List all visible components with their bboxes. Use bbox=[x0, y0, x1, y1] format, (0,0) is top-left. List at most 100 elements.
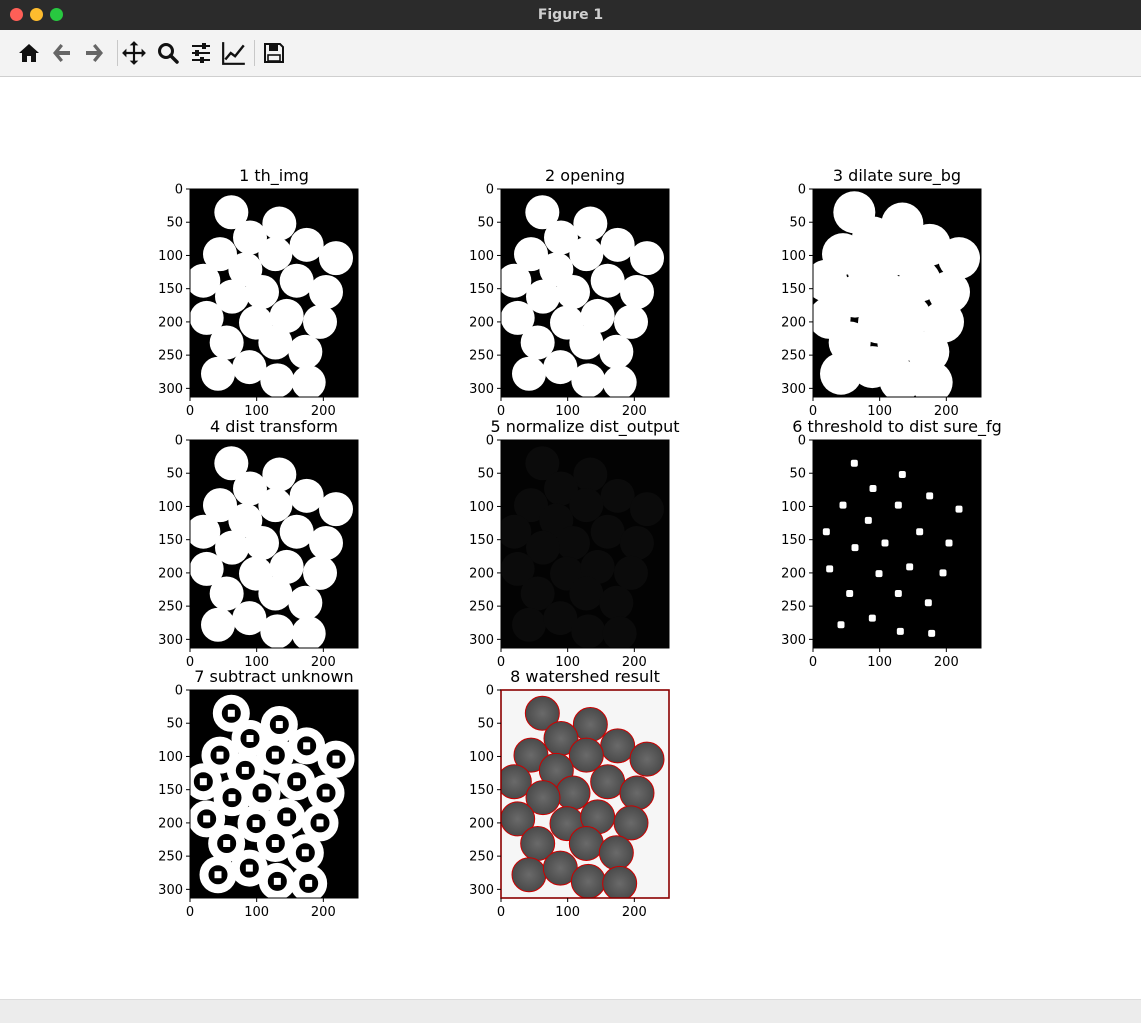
coin-blob bbox=[620, 275, 654, 310]
coin-blob bbox=[875, 570, 883, 578]
back-button[interactable] bbox=[48, 39, 76, 67]
coin-center-marker bbox=[214, 871, 222, 879]
home-icon bbox=[19, 44, 39, 62]
save-button[interactable] bbox=[260, 39, 288, 67]
coin-blob bbox=[619, 775, 655, 811]
figure-canvas[interactable]: 1 th_img 0 100 200 0 50 100 150 200 250 300 2 openi… bbox=[0, 77, 1141, 999]
forward-button[interactable] bbox=[80, 39, 108, 67]
y-tick-label: 200 bbox=[158, 315, 183, 330]
subplot: 1 th_img0 100 200050100150200250300 bbox=[158, 166, 359, 419]
coin-blob bbox=[864, 516, 872, 524]
coin-blob bbox=[201, 607, 235, 642]
y-tick-label: 100 bbox=[781, 249, 806, 264]
coin-blob bbox=[926, 492, 934, 500]
coin-blob bbox=[512, 356, 546, 391]
image-panel bbox=[501, 189, 669, 397]
y-tick-label: 50 bbox=[166, 717, 183, 732]
coin-blob bbox=[279, 514, 314, 549]
y-tick-label: 200 bbox=[781, 315, 806, 330]
coin-center-marker bbox=[275, 721, 283, 729]
coin-blob bbox=[590, 263, 625, 298]
y-tick-label: 100 bbox=[781, 500, 806, 515]
coin-blob bbox=[556, 275, 590, 310]
coin-blob bbox=[822, 528, 830, 536]
pan-button[interactable] bbox=[120, 39, 148, 67]
coin-blob bbox=[600, 227, 635, 262]
home-button[interactable] bbox=[15, 39, 43, 67]
y-tick-label: 50 bbox=[477, 216, 494, 231]
subplot-title: 3 dilate sure_bg bbox=[833, 166, 961, 186]
coin-blob bbox=[894, 501, 902, 509]
coin-center-marker bbox=[241, 766, 249, 774]
y-tick-label: 0 bbox=[175, 183, 183, 198]
x-tick-label: 200 bbox=[622, 905, 647, 920]
coin-blob bbox=[569, 237, 604, 272]
coin-blob bbox=[573, 206, 608, 241]
x-tick-label: 0 bbox=[186, 404, 194, 419]
coin-blob bbox=[955, 505, 963, 513]
sliders-icon bbox=[192, 43, 210, 63]
y-tick-label: 150 bbox=[158, 783, 183, 798]
coin-blob bbox=[289, 227, 324, 262]
edit-axis-button[interactable] bbox=[220, 39, 248, 67]
y-tick-label: 0 bbox=[798, 434, 806, 449]
coin-blob bbox=[896, 627, 904, 635]
coin-blob bbox=[598, 835, 634, 871]
coin-center-marker bbox=[316, 819, 324, 827]
coin-blob bbox=[309, 526, 343, 561]
coin-blob bbox=[839, 501, 847, 509]
y-tick-label: 100 bbox=[158, 750, 183, 765]
arrow-left-icon bbox=[53, 44, 70, 62]
y-tick-label: 300 bbox=[469, 883, 494, 898]
coin-blob bbox=[291, 616, 326, 648]
coin-center-marker bbox=[216, 751, 224, 759]
y-tick-label: 150 bbox=[781, 533, 806, 548]
y-tick-label: 100 bbox=[469, 249, 494, 264]
coin-blob bbox=[260, 363, 295, 397]
subplot-title: 7 subtract unknown bbox=[194, 667, 353, 686]
coin-blob bbox=[555, 775, 591, 811]
x-tick-label: 0 bbox=[497, 905, 505, 920]
image-panel bbox=[501, 690, 669, 898]
image-panel bbox=[813, 189, 981, 397]
y-tick-label: 100 bbox=[158, 249, 183, 264]
y-tick-label: 0 bbox=[175, 684, 183, 699]
coin-blob bbox=[258, 576, 293, 611]
subplot: 2 opening0 100 200050100150200250300 bbox=[469, 166, 670, 419]
coin-blob bbox=[571, 363, 606, 397]
coin-blob bbox=[190, 263, 221, 298]
coin-blob bbox=[602, 865, 638, 898]
coin-blob bbox=[837, 621, 845, 629]
coin-center-marker bbox=[332, 755, 340, 763]
coin-blob bbox=[258, 488, 293, 523]
subplot-title: 6 threshold to dist sure_fg bbox=[792, 417, 1001, 437]
coin-blob bbox=[599, 585, 634, 620]
y-tick-label: 300 bbox=[158, 883, 183, 898]
coin-blob bbox=[916, 528, 924, 536]
coin-blob bbox=[570, 863, 606, 898]
coin-blob bbox=[630, 241, 664, 276]
y-tick-label: 150 bbox=[781, 282, 806, 297]
window-title: Figure 1 bbox=[537, 7, 604, 23]
coin-blob bbox=[613, 805, 649, 841]
coin-center-marker bbox=[271, 840, 279, 848]
coin-blob bbox=[620, 526, 654, 561]
y-tick-label: 250 bbox=[158, 349, 183, 364]
y-tick-label: 0 bbox=[798, 183, 806, 198]
figure: 1 th_img 0 100 200 0 50 100 150 200 250 300 2 openi… bbox=[158, 166, 1002, 920]
coin-blob bbox=[939, 569, 947, 577]
y-tick-label: 300 bbox=[158, 382, 183, 397]
y-tick-label: 0 bbox=[486, 684, 494, 699]
magnifier-icon bbox=[158, 43, 179, 64]
move-icon bbox=[122, 41, 146, 65]
coin-blob bbox=[614, 555, 648, 590]
coin-center-marker bbox=[227, 709, 235, 717]
zoom-button[interactable] bbox=[154, 39, 182, 67]
coin-blob bbox=[245, 526, 279, 561]
image-background bbox=[813, 440, 981, 648]
y-tick-label: 50 bbox=[166, 216, 183, 231]
configure-subplots-button[interactable] bbox=[187, 39, 215, 67]
coin-center-marker bbox=[223, 840, 231, 848]
coin-blob bbox=[303, 304, 337, 339]
coin-blob bbox=[556, 526, 590, 561]
